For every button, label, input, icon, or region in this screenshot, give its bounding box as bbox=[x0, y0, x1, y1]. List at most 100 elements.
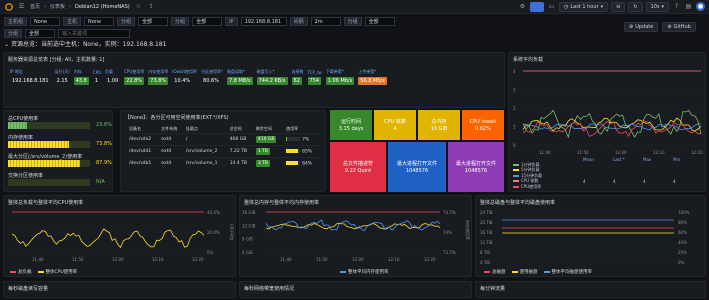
cell-value: 80.6% bbox=[203, 78, 219, 84]
var-host-select[interactable]: None bbox=[84, 17, 115, 26]
y-tick-label: 1 bbox=[513, 125, 516, 130]
usage-percent: 84% bbox=[302, 161, 313, 167]
refresh-interval-select[interactable]: 10s ▾ bbox=[645, 1, 669, 12]
cell-value: 43.8 bbox=[73, 77, 89, 85]
settings-icon[interactable]: ⚙ bbox=[518, 2, 527, 11]
usage-bar-value: 23.6% bbox=[96, 122, 112, 128]
breadcrumb-dashboards[interactable]: 仪表板 bbox=[50, 3, 65, 10]
column-header: 磁盘写入* bbox=[256, 69, 275, 74]
breadcrumb-home[interactable]: 首页 bbox=[30, 3, 40, 10]
legend-column-header[interactable]: Mean bbox=[583, 157, 613, 162]
tv-mode-icon[interactable]: ▭ bbox=[547, 2, 556, 11]
table-cell: /srv/volume_1 bbox=[183, 157, 228, 169]
search-input[interactable] bbox=[58, 29, 131, 38]
legend-column-header[interactable]: Max bbox=[643, 157, 673, 162]
load-legend: Mean Last * Max Min 1分钟负载 5分钟负载 15分钟负载 CPU 核数 4 4… bbox=[513, 157, 703, 190]
row-title-overview[interactable]: ⌄ 资源总览：当前选中主机：None，实例：192.168.8.181 bbox=[4, 39, 167, 48]
news-icon[interactable]: ▤ bbox=[684, 2, 693, 11]
resource-table: IP 地址 运行(天) 内存 CPU 负载 CPU使用率 内存使用率 IOwait使用率 分区使… bbox=[8, 68, 389, 86]
table-cell: /dev/sda2 bbox=[127, 133, 160, 146]
stat-label: CPU iowait bbox=[469, 118, 497, 125]
stat-tile: CPU iowait 0.62% bbox=[462, 110, 504, 140]
column-header: 设备名 bbox=[129, 126, 141, 131]
var-label-interval: 间隔 bbox=[289, 17, 308, 26]
y-tick-label: 24 TiB bbox=[480, 210, 493, 215]
cell-value: 62 bbox=[291, 77, 302, 85]
var-interval-select[interactable]: 2m bbox=[310, 17, 341, 26]
y-tick-label: 74% bbox=[443, 230, 452, 235]
mem-legend: 整体平均内存使用率 bbox=[340, 269, 389, 275]
github-link-button[interactable]: ⊛ GitHub bbox=[662, 22, 696, 32]
panel-title: 整体总内存与整体平均内存使用率 bbox=[244, 200, 320, 206]
usage-bar-label: 最大分区(/srv/volume_2)使用率 bbox=[8, 154, 83, 160]
traffic-per-minute-panel: 每分钟流量 bbox=[475, 281, 706, 298]
menu-icon[interactable]: ☰ bbox=[17, 2, 26, 11]
y-tick-label: 20 TiB bbox=[480, 220, 493, 225]
y-axis-title: CPU平均 bbox=[229, 224, 235, 240]
usage-percent: 85% bbox=[302, 149, 313, 155]
table-cell: ext4 bbox=[159, 157, 184, 169]
memory-chart: 16 GiB 12 GiB 8 GiB 4 GiB 74.5% 74% 73.5% 11:40… bbox=[242, 210, 471, 262]
stat-value: 0.62% bbox=[475, 125, 491, 132]
var-ip-select[interactable]: 192.168.8.181 bbox=[240, 17, 287, 26]
x-tick-label: 12:20 bbox=[424, 257, 436, 262]
x-tick-label: 11:50 bbox=[577, 150, 589, 155]
cell-value: 22.8% bbox=[124, 77, 145, 85]
var-group4-select[interactable]: 全部 bbox=[25, 29, 56, 38]
time-range-picker[interactable]: ◷ Last 1 hour ▾ bbox=[558, 1, 609, 12]
cell-value: 10.4% bbox=[174, 78, 191, 84]
load-chart: 4 3 2 1 0 11:40 11:50 12:00 12:10 12:20 bbox=[513, 69, 703, 155]
update-link-button[interactable]: ⊕ Update bbox=[624, 22, 659, 32]
y-tick-label: 2 bbox=[513, 106, 516, 111]
zoom-out-button[interactable]: ⊖ bbox=[611, 1, 626, 12]
table-cell: 468 GB bbox=[227, 133, 254, 146]
help-icon[interactable]: ? bbox=[672, 2, 681, 11]
legend-swatch bbox=[513, 185, 519, 188]
table-cell: 754 bbox=[306, 76, 324, 86]
table-cell: 22.8% bbox=[122, 76, 146, 86]
legend-item[interactable]: CPU使用率 bbox=[513, 184, 703, 190]
panel-title: 整体总磁盘与整体平均磁盘使用率 bbox=[480, 200, 556, 206]
disk-partitions-panel: 【None】：各分区可用空间使用率(EXT.*/XFS) 设备名 文件系统 挂载点 总… bbox=[120, 110, 326, 192]
star-icon[interactable]: ☆ bbox=[134, 2, 143, 11]
series-1min-line bbox=[522, 109, 702, 139]
usage-bar-label: 总CPU使用率 bbox=[8, 116, 39, 122]
share-icon[interactable]: ⇪ bbox=[147, 2, 156, 11]
usage-percent: 7% bbox=[302, 137, 310, 143]
var-label-group1: 分组 bbox=[117, 17, 136, 26]
table-cell: /dev/sdb1 bbox=[127, 157, 160, 169]
y-tick-label: 60% bbox=[678, 230, 687, 235]
var-group2-select[interactable]: 全部 bbox=[192, 17, 223, 26]
panel-title: 整体总负载与整体平均CPU使用率 bbox=[8, 200, 84, 206]
legend-column-header[interactable]: Last * bbox=[613, 157, 643, 162]
var-group3-select[interactable]: 全部 bbox=[364, 17, 395, 26]
legend-column-header[interactable]: Min bbox=[673, 157, 703, 162]
table-cell: 14.4 TB bbox=[227, 157, 254, 169]
var-hostgroup-select[interactable]: None bbox=[30, 17, 61, 26]
usage-bar-value: 87.9% bbox=[96, 160, 112, 166]
stat-label: 总内存 bbox=[431, 119, 447, 125]
refresh-button[interactable]: ↻ bbox=[628, 1, 643, 12]
stat-label: CPU 核数 bbox=[384, 119, 406, 125]
table-cell: 85% bbox=[284, 145, 321, 158]
usage-bar-value: N/A bbox=[96, 179, 105, 185]
table-cell: / bbox=[183, 133, 228, 146]
grafana-logo-icon[interactable] bbox=[4, 2, 13, 11]
overall-usage-panel: 总CPU使用率 23.6% 内存使用率 73.8% 最大分区(/srv/volume_2… bbox=[3, 110, 113, 192]
usage-gauge-fill bbox=[286, 148, 298, 153]
var-label-ip: IP bbox=[225, 17, 238, 26]
stat-value: 9.22 Quint bbox=[344, 168, 372, 174]
cell-value: 1.00 bbox=[107, 78, 119, 84]
legend-swatch bbox=[513, 180, 519, 183]
user-avatar-icon[interactable]: ● bbox=[696, 2, 705, 11]
table-header-row: IP 地址 运行(天) 内存 CPU 负载 CPU使用率 内存使用率 IOwait使用率 分区使… bbox=[8, 68, 389, 76]
chevron-down-icon: ▾ bbox=[600, 3, 604, 10]
table-cell: 744.2 KB/s bbox=[255, 76, 290, 86]
series-cpu-usage-line bbox=[522, 120, 702, 138]
x-tick-label: 11:50 bbox=[72, 257, 84, 262]
stat-tile: 运行时间 3.15 days bbox=[330, 110, 372, 140]
breadcrumb-dashboard-title[interactable]: Debian12 (HomeNAS) bbox=[75, 4, 130, 10]
stat-value: 3.15 days bbox=[338, 126, 364, 132]
var-group1-select[interactable]: 全部 bbox=[138, 17, 169, 26]
edit-button[interactable] bbox=[529, 1, 544, 12]
